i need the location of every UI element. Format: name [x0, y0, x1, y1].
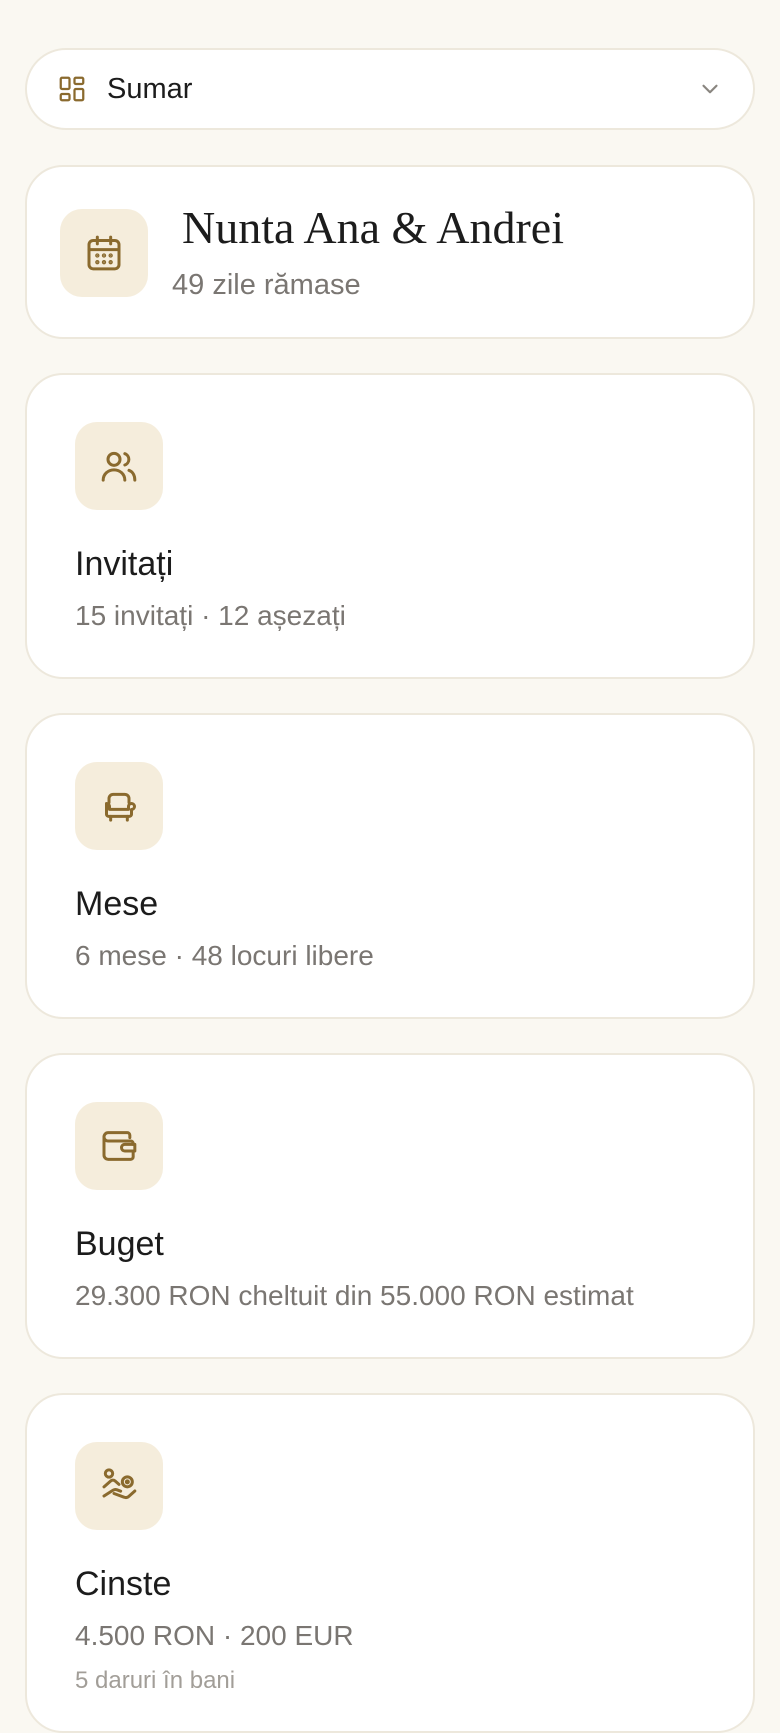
gifts-summary: 4.500 RON · 200 EUR: [75, 1620, 354, 1651]
guests-title: Invitați: [75, 545, 174, 583]
selector-label: Sumar: [107, 72, 193, 105]
guests-card[interactable]: Invitați 15 invitați · 12 așezați: [25, 373, 755, 679]
tables-summary: 6 mese · 48 locuri libere: [75, 940, 374, 971]
section-selector[interactable]: Sumar: [25, 48, 755, 130]
gifts-title: Cinste: [75, 1565, 172, 1603]
chevron-down-icon[interactable]: [697, 76, 723, 102]
event-card[interactable]: Nunta Ana & Andrei 49 zile rămase: [25, 165, 755, 339]
wallet-icon: [75, 1102, 163, 1190]
budget-card[interactable]: Buget 29.300 RON cheltuit din 55.000 RON…: [25, 1053, 755, 1359]
armchair-icon: [75, 762, 163, 850]
users-icon: [75, 422, 163, 510]
layout-grid-icon: [57, 74, 87, 104]
tables-title: Mese: [75, 885, 159, 923]
gifts-card[interactable]: Cinste 4.500 RON · 200 EUR 5 daruri în b…: [25, 1393, 755, 1733]
budget-summary: 29.300 RON cheltuit din 55.000 RON estim…: [75, 1280, 634, 1311]
calendar-icon: [60, 209, 148, 297]
budget-title: Buget: [75, 1225, 164, 1263]
gifts-detail: 5 daruri în bani: [75, 1667, 236, 1694]
event-title: Nunta Ana & Andrei: [182, 202, 564, 253]
tables-card[interactable]: Mese 6 mese · 48 locuri libere: [25, 713, 755, 1019]
hand-coins-icon: [75, 1442, 163, 1530]
guests-summary: 15 invitați · 12 așezați: [75, 600, 346, 631]
days-remaining: 49 zile rămase: [172, 269, 361, 301]
